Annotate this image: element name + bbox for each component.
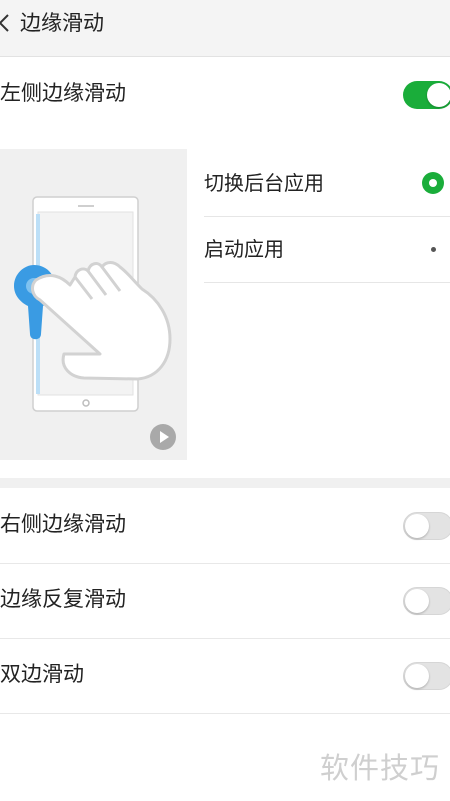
edge-repeat-swipe-toggle[interactable] [403, 587, 450, 615]
header-bar: 边缘滑动 [0, 0, 450, 57]
toggle-knob [405, 514, 429, 538]
double-edge-swipe-label: 双边滑动 [0, 662, 84, 686]
toggle-knob [427, 83, 450, 107]
left-edge-swipe-toggle[interactable] [403, 81, 450, 109]
edge-repeat-swipe-label: 边缘反复滑动 [0, 587, 126, 611]
double-edge-swipe-row[interactable]: 双边滑动 [0, 638, 450, 714]
option-launch-app[interactable]: 启动应用 [204, 216, 450, 283]
watermark-text: 软件技巧 [320, 751, 441, 785]
option-switch-background-app[interactable]: 切换后台应用 [204, 150, 450, 217]
left-edge-swipe-row[interactable]: 左侧边缘滑动 [0, 57, 450, 133]
option-label: 启动应用 [204, 237, 284, 261]
phone-hand-illustration [14, 196, 172, 412]
double-edge-swipe-toggle[interactable] [403, 662, 450, 690]
toggle-knob [405, 589, 429, 613]
right-edge-swipe-toggle[interactable] [403, 512, 450, 540]
play-icon[interactable] [149, 423, 177, 451]
gesture-preview[interactable] [0, 149, 187, 460]
chevron-left-icon[interactable] [0, 10, 14, 36]
left-edge-swipe-label: 左侧边缘滑动 [0, 81, 126, 105]
right-edge-swipe-label: 右侧边缘滑动 [0, 512, 126, 536]
page-title: 边缘滑动 [20, 11, 104, 35]
toggle-knob [405, 664, 429, 688]
option-label: 切换后台应用 [204, 171, 324, 195]
edge-repeat-swipe-row[interactable]: 边缘反复滑动 [0, 563, 450, 639]
right-edge-swipe-row[interactable]: 右侧边缘滑动 [0, 488, 450, 564]
radio-unselected-icon[interactable] [431, 247, 436, 252]
section-divider [0, 478, 450, 488]
radio-selected-icon[interactable] [422, 172, 444, 194]
